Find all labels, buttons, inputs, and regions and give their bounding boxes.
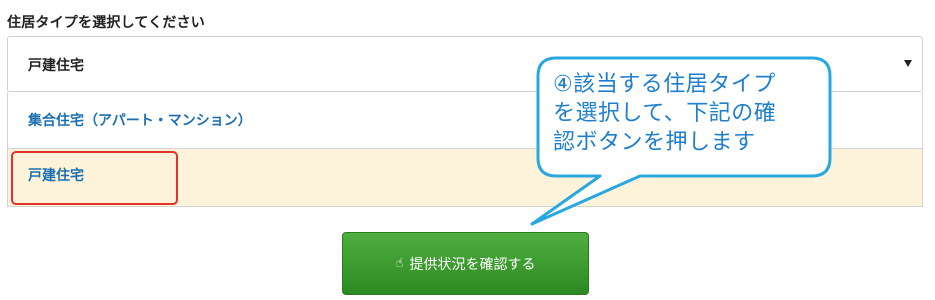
callout-text: ④該当する住居タイプ を選択して、下記の確 認ボタンを押します xyxy=(553,70,823,157)
callout-line: を選択して、下記の確 xyxy=(553,101,777,126)
callout-line: 認ボタンを押します xyxy=(553,130,756,155)
callout-line: ④該当する住居タイプ xyxy=(553,72,776,97)
